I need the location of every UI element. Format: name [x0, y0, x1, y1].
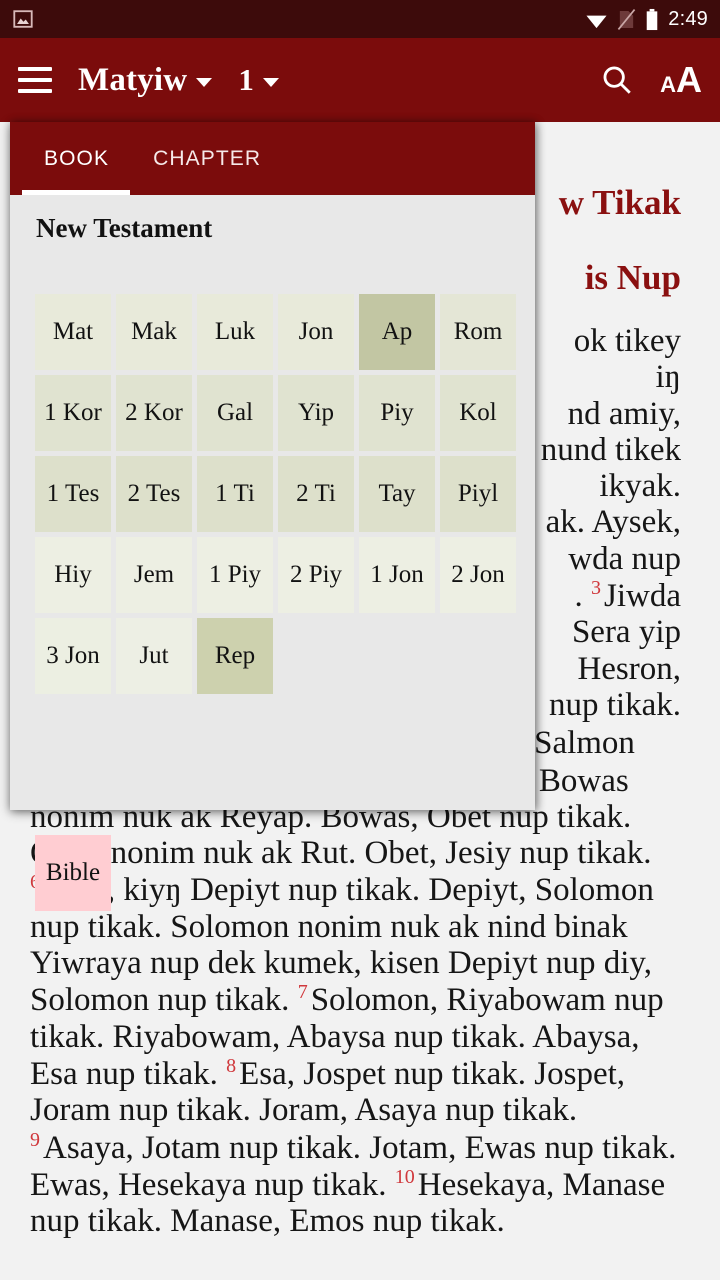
verse-number: 8 [226, 1054, 237, 1077]
book-cell-2tes[interactable]: 2 Tes [116, 456, 192, 532]
status-bar-left [12, 8, 34, 30]
book-cell-rep[interactable]: Rep [197, 618, 273, 694]
paragraph: 9Asaya, Jotam nup tikak. Jotam, Ewas nup… [30, 1129, 690, 1240]
book-cell-luk[interactable]: Luk [197, 294, 273, 370]
book-cell-yip[interactable]: Yip [278, 375, 354, 451]
book-cell-mak[interactable]: Mak [116, 294, 192, 370]
book-cell-jon[interactable]: Jon [278, 294, 354, 370]
book-cell-piy[interactable]: Piy [359, 375, 435, 451]
tab-active-indicator [22, 190, 130, 195]
book-cell-jut[interactable]: Jut [116, 618, 192, 694]
book-cell-ap[interactable]: Ap [359, 294, 435, 370]
book-cell-hiy[interactable]: Hiy [35, 537, 111, 613]
chapter-selector-label: 1 [238, 62, 254, 97]
book-cell-2jon[interactable]: 2 Jon [440, 537, 516, 613]
book-selector-label: Matyiw [78, 61, 188, 98]
paragraph-text: 9Asaya, Jotam nup tikak. Jotam, Ewas nup… [30, 1128, 677, 1240]
book-cell-1piy[interactable]: 1 Piy [197, 537, 273, 613]
text-size-icon: AA [660, 62, 702, 98]
search-button[interactable] [600, 63, 634, 97]
book-cell-2kor[interactable]: 2 Kor [116, 375, 192, 451]
book-cell-1kor[interactable]: 1 Kor [35, 375, 111, 451]
tab-chapter[interactable]: CHAPTER [131, 122, 283, 195]
hamburger-menu-icon[interactable] [18, 67, 52, 93]
text-size-button[interactable]: AA [660, 62, 702, 98]
paragraph-text: 6Jesiy, kiyŋ Depiyt nup tikak. Depiyt, S… [30, 871, 664, 1129]
verse-number: 7 [297, 981, 308, 1004]
book-cell-1ti[interactable]: 1 Ti [197, 456, 273, 532]
book-selector-button[interactable]: Matyiw [78, 61, 213, 99]
book-cell-gal[interactable]: Gal [197, 375, 273, 451]
book-cell-2ti[interactable]: 2 Ti [278, 456, 354, 532]
chapter-selector-button[interactable]: 1 [212, 62, 279, 98]
book-cell-1jon[interactable]: 1 Jon [359, 537, 435, 613]
panel-tab-bar: BOOK CHAPTER [10, 122, 535, 195]
app-toolbar: Matyiw 1 AA [0, 38, 720, 122]
wifi-icon [586, 15, 607, 28]
book-cell-tay[interactable]: Tay [359, 456, 435, 532]
text-size-big-a: A [676, 59, 702, 100]
book-cell-kol[interactable]: Kol [440, 375, 516, 451]
verse-number: 9 [30, 1128, 40, 1151]
body-line-text: Jiwda [604, 578, 681, 615]
text-size-small-a: A [660, 72, 676, 97]
bible-button[interactable]: Bible [35, 835, 111, 911]
testament-title: New Testament [36, 213, 213, 243]
verse-number: 3 [591, 577, 601, 600]
chevron-down-icon [196, 78, 213, 87]
book-cell-rom[interactable]: Rom [440, 294, 516, 370]
screenshot-image-icon [13, 10, 33, 28]
book-cell-3jon[interactable]: 3 Jon [35, 618, 111, 694]
chevron-down-icon [262, 78, 279, 87]
book-cell-jem[interactable]: Jem [116, 537, 192, 613]
status-bar-clock: 2:49 [668, 7, 708, 30]
status-bar: 2:49 [0, 0, 720, 38]
status-bar-right: 2:49 [585, 8, 708, 31]
book-grid: Mat Mak Luk Jon Ap Rom 1 Kor 2 Kor Gal Y… [35, 294, 516, 694]
battery-icon [646, 8, 658, 30]
verse-number: 10 [394, 1165, 415, 1188]
book-chapter-panel: BOOK CHAPTER New Testament Mat Mak Luk J… [10, 122, 535, 911]
paragraph: 6Jesiy, kiyŋ Depiyt nup tikak. Depiyt, S… [30, 871, 690, 1128]
book-cell-1tes[interactable]: 1 Tes [35, 456, 111, 532]
tab-book[interactable]: BOOK [22, 122, 131, 195]
book-cell-mat[interactable]: Mat [35, 294, 111, 370]
app-root: 2:49 Matyiw 1 AA w Tikak is Nup ok tikey… [0, 0, 720, 1280]
book-cell-piyl[interactable]: Piyl [440, 456, 516, 532]
book-cell-2piy[interactable]: 2 Piy [278, 537, 354, 613]
no-sim-icon [618, 8, 636, 30]
search-icon [603, 66, 631, 94]
